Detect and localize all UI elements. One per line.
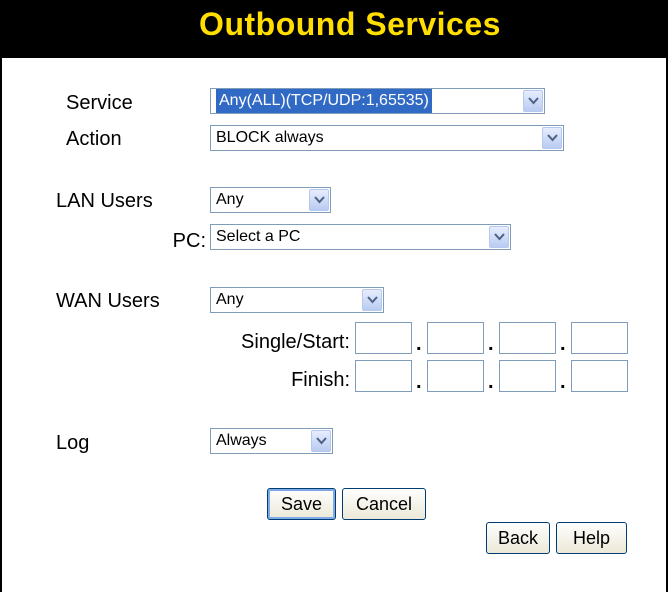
wan-users-label: WAN Users [56, 290, 160, 312]
log-select[interactable]: Always [210, 428, 333, 454]
log-label: Log [56, 432, 90, 454]
chevron-down-icon[interactable] [311, 430, 331, 452]
single-start-octet-1[interactable] [355, 322, 412, 354]
chevron-down-icon[interactable] [309, 189, 329, 211]
cancel-button[interactable]: Cancel [342, 488, 426, 520]
save-button[interactable]: Save [267, 488, 336, 520]
service-select-value: Any(ALL)(TCP/UDP:1,65535) [215, 89, 433, 113]
ip-dot: . [488, 371, 494, 393]
single-start-octet-2[interactable] [427, 322, 484, 354]
chevron-down-icon[interactable] [362, 289, 382, 311]
service-select[interactable]: Any(ALL)(TCP/UDP:1,65535) [210, 88, 545, 114]
ip-dot: . [416, 371, 422, 393]
finish-octet-4[interactable] [571, 360, 628, 392]
pc-select-value: Select a PC [216, 228, 301, 245]
wan-users-select[interactable]: Any [210, 287, 384, 313]
lan-users-select[interactable]: Any [210, 187, 331, 213]
chevron-down-icon[interactable] [523, 90, 543, 112]
ip-dot: . [488, 333, 494, 355]
log-select-value: Always [216, 432, 267, 449]
help-button[interactable]: Help [556, 522, 627, 554]
page-title: Outbound Services [199, 6, 501, 42]
chevron-down-icon[interactable] [489, 226, 509, 248]
action-select[interactable]: BLOCK always [210, 125, 564, 151]
title-bar: Outbound Services [0, 0, 668, 58]
action-select-value: BLOCK always [216, 129, 324, 146]
single-start-octet-4[interactable] [571, 322, 628, 354]
wan-users-select-value: Any [216, 291, 244, 308]
chevron-down-icon[interactable] [542, 127, 562, 149]
ip-dot: . [560, 333, 566, 355]
ip-dot: . [416, 333, 422, 355]
lan-users-label: LAN Users [56, 190, 153, 212]
finish-octet-1[interactable] [355, 360, 412, 392]
ip-dot: . [560, 371, 566, 393]
pc-select[interactable]: Select a PC [210, 224, 511, 250]
lan-users-select-value: Any [216, 191, 244, 208]
finish-octet-2[interactable] [427, 360, 484, 392]
back-button[interactable]: Back [486, 522, 550, 554]
pc-label: PC: [172, 230, 206, 252]
finish-octet-3[interactable] [499, 360, 556, 392]
action-label: Action [66, 128, 122, 150]
finish-label: Finish: [291, 369, 350, 391]
service-label: Service [66, 92, 133, 114]
single-start-octet-3[interactable] [499, 322, 556, 354]
single-start-label: Single/Start: [241, 331, 350, 353]
